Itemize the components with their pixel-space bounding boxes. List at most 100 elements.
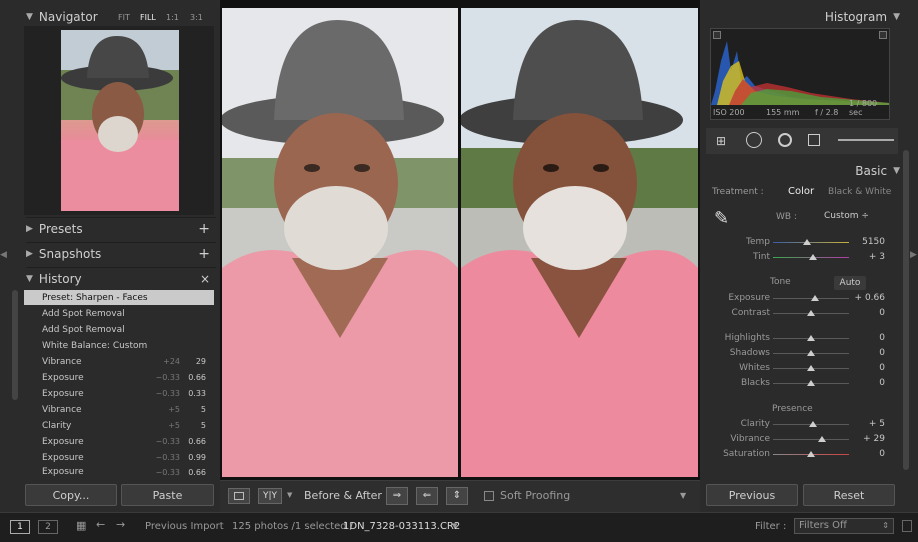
- spot-removal-icon[interactable]: [746, 132, 762, 148]
- slider-knob[interactable]: [807, 335, 815, 341]
- shutter-readout: 1 / 800 sec: [849, 99, 878, 117]
- highlights-slider[interactable]: Highlights 0: [705, 331, 895, 346]
- slider-knob[interactable]: [808, 254, 817, 260]
- slider-knob[interactable]: [807, 380, 815, 386]
- history-item[interactable]: Vibrance +5 5: [24, 402, 214, 417]
- slider-label: Tint: [753, 252, 770, 262]
- clarity-slider[interactable]: Clarity + 5: [705, 417, 895, 432]
- toolbar-menu-icon[interactable]: ▼: [680, 491, 686, 500]
- swap-before-after-icon[interactable]: ⇕: [446, 487, 468, 505]
- whites-slider[interactable]: Whites 0: [705, 361, 895, 376]
- window-2-button[interactable]: 2: [38, 520, 58, 534]
- snapshots-header[interactable]: ▶ Snapshots +: [26, 242, 216, 264]
- history-item-label: Vibrance: [42, 404, 82, 415]
- temp-slider[interactable]: Temp 5150: [705, 235, 895, 250]
- grid-view-icon[interactable]: ▦: [76, 519, 86, 532]
- forward-arrow-icon[interactable]: →: [116, 518, 125, 531]
- history-item[interactable]: White Balance: Custom: [24, 338, 214, 353]
- wb-eyedropper-icon[interactable]: ✎: [714, 208, 729, 229]
- copy-after-to-before-icon[interactable]: ⇐: [416, 487, 438, 505]
- blacks-slider[interactable]: Blacks 0: [705, 376, 895, 391]
- histogram[interactable]: ISO 200 155 mm f / 2.8 1 / 800 sec: [710, 28, 890, 120]
- history-scrollbar[interactable]: [12, 290, 18, 400]
- history-item[interactable]: Add Spot Removal: [24, 322, 214, 337]
- auto-tone-button[interactable]: Auto: [834, 276, 866, 290]
- navigator-preview-area: [24, 26, 214, 215]
- slider-label: Vibrance: [730, 434, 770, 444]
- slider-knob[interactable]: [810, 295, 819, 301]
- previous-button[interactable]: Previous: [706, 484, 798, 506]
- zoom-fit[interactable]: FIT: [118, 13, 130, 22]
- graduated-filter-icon[interactable]: [808, 134, 820, 146]
- red-eye-icon[interactable]: [778, 133, 792, 147]
- history-item[interactable]: Exposure −0.33 0.66: [24, 370, 214, 385]
- navigator-thumbnail[interactable]: [61, 30, 179, 211]
- history-item[interactable]: Exposure −0.33 0.33: [24, 386, 214, 401]
- paste-button[interactable]: Paste: [121, 484, 214, 506]
- history-value: 0.66: [188, 437, 206, 446]
- vibrance-slider[interactable]: Vibrance + 29: [705, 432, 895, 447]
- mode-dropdown-icon[interactable]: ▼: [287, 491, 292, 499]
- presets-header[interactable]: ▶ Presets +: [26, 217, 216, 239]
- zoom-3-1[interactable]: 3:1: [190, 13, 203, 22]
- before-after-mode-icon[interactable]: Y|Y: [258, 488, 282, 504]
- loupe-view-icon[interactable]: [228, 488, 250, 504]
- saturation-slider[interactable]: Saturation 0: [705, 447, 895, 462]
- shadows-slider[interactable]: Shadows 0: [705, 346, 895, 361]
- slider-knob[interactable]: [818, 436, 827, 442]
- zoom-fill[interactable]: FILL: [140, 13, 156, 22]
- shadow-clipping-icon[interactable]: [713, 31, 721, 39]
- slider-knob[interactable]: [807, 350, 815, 356]
- collapse-left-panel-icon[interactable]: ◀: [0, 250, 7, 260]
- history-item[interactable]: Add Spot Removal: [24, 306, 214, 321]
- contrast-slider[interactable]: Contrast 0: [705, 306, 895, 321]
- slider-knob[interactable]: [807, 310, 815, 316]
- crop-icon[interactable]: ⊞: [716, 134, 726, 148]
- clear-history-icon[interactable]: ×: [200, 272, 210, 286]
- back-arrow-icon[interactable]: ←: [96, 518, 105, 531]
- slider-knob[interactable]: [803, 239, 812, 245]
- slider-knob[interactable]: [808, 421, 817, 427]
- soft-proofing-checkbox[interactable]: [484, 491, 494, 501]
- history-item[interactable]: Vibrance +24 29: [24, 354, 214, 369]
- history-item[interactable]: Clarity +5 5: [24, 418, 214, 433]
- slider-value: 5150: [862, 237, 885, 247]
- treatment-bw[interactable]: Black & White: [828, 187, 891, 197]
- copy-before-to-after-icon[interactable]: ⇒: [386, 487, 408, 505]
- history-item[interactable]: Exposure −0.33 0.66: [24, 466, 214, 478]
- filmstrip-toggle-icon[interactable]: [902, 520, 912, 532]
- filename[interactable]: 1DN_7328-033113.CR2: [343, 521, 460, 532]
- basic-header[interactable]: Basic ▼: [700, 160, 900, 182]
- source-label[interactable]: Previous Import: [145, 521, 224, 532]
- history-item-label: Exposure: [42, 372, 84, 383]
- navigator-header[interactable]: ▼ Navigator FIT FILL 1:1 3:1: [26, 6, 216, 28]
- add-snapshot-icon[interactable]: +: [198, 246, 210, 262]
- right-panel-scrollbar[interactable]: [903, 150, 909, 470]
- wb-select[interactable]: Custom ÷: [824, 211, 869, 221]
- filename-dropdown-icon[interactable]: ▼: [452, 522, 457, 530]
- before-photo[interactable]: [222, 8, 458, 477]
- exposure-slider[interactable]: Exposure + 0.66: [705, 291, 895, 306]
- window-1-button[interactable]: 1: [10, 520, 30, 534]
- add-preset-icon[interactable]: +: [198, 221, 210, 237]
- history-item[interactable]: Preset: Sharpen - Faces: [24, 290, 214, 305]
- filter-select[interactable]: Filters Off ⇕: [794, 518, 894, 534]
- zoom-1-1[interactable]: 1:1: [166, 13, 179, 22]
- highlight-clipping-icon[interactable]: [879, 31, 887, 39]
- reset-button[interactable]: Reset: [803, 484, 895, 506]
- treatment-color[interactable]: Color: [788, 186, 814, 197]
- toolbar: Y|Y ▼ Before & After : ⇒ ⇐ ⇕ Soft Proofi…: [220, 480, 700, 512]
- collapse-right-panel-icon[interactable]: ▶: [910, 250, 917, 260]
- slider-knob[interactable]: [807, 451, 815, 457]
- history-header[interactable]: ▼ History ×: [26, 267, 216, 289]
- histogram-header[interactable]: Histogram ▼: [700, 6, 900, 28]
- slider-knob[interactable]: [807, 365, 815, 371]
- slider-value: 0: [879, 348, 885, 358]
- slider-value: + 5: [868, 419, 885, 429]
- adjustment-brush-icon[interactable]: [838, 139, 894, 141]
- history-item[interactable]: Exposure −0.33 0.66: [24, 434, 214, 449]
- copy-button[interactable]: Copy...: [25, 484, 117, 506]
- tint-slider[interactable]: Tint + 3: [705, 250, 895, 265]
- after-photo[interactable]: [461, 8, 698, 477]
- history-item[interactable]: Exposure −0.33 0.99: [24, 450, 214, 465]
